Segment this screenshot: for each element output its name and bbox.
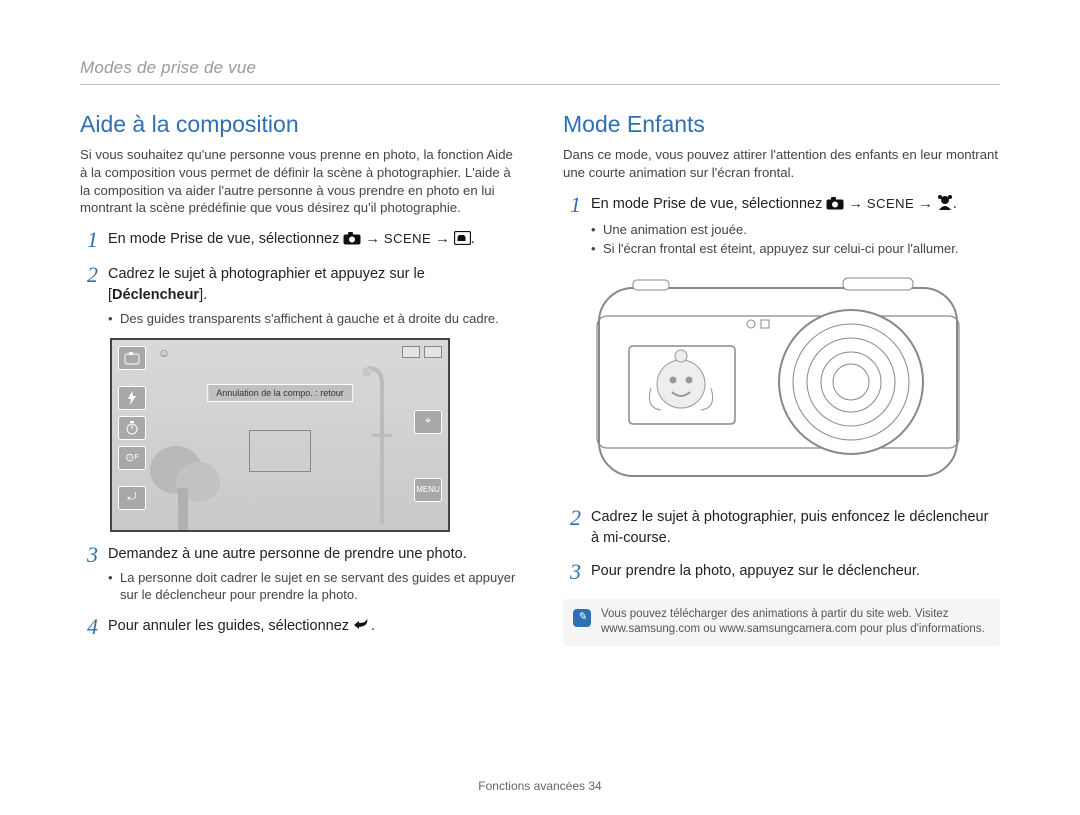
frame-guide-icon bbox=[454, 231, 471, 252]
right-step-2: 2 Cadrez le sujet à photographier, puis … bbox=[563, 507, 1000, 549]
left-step-2: 2 Cadrez le sujet à photographier et app… bbox=[80, 264, 517, 328]
page-number: 34 bbox=[588, 779, 601, 793]
step3-text: Demandez à une autre personne de prendre… bbox=[108, 546, 467, 562]
lcd-preview-figure: ⊙F ⤾ ☺ Annulation de la compo. : retour bbox=[110, 338, 450, 532]
step-number: 2 bbox=[563, 507, 581, 549]
left-title: Aide à la composition bbox=[80, 111, 517, 138]
list-item: Si l'écran frontal est éteint, appuyez s… bbox=[591, 240, 1000, 258]
timer-icon bbox=[118, 416, 146, 440]
arrow-icon: → bbox=[435, 231, 454, 247]
step2-bold: Déclencheur bbox=[112, 287, 199, 303]
right-intro: Dans ce mode, vous pouvez attirer l'atte… bbox=[563, 146, 1000, 182]
lcd-focus-frame bbox=[249, 430, 311, 472]
step-number: 3 bbox=[80, 544, 98, 604]
step4-text: Pour annuler les guides, sélectionnez bbox=[108, 618, 353, 634]
page-root: Modes de prise de vue Aide à la composit… bbox=[0, 0, 1080, 815]
lcd-banner: Annulation de la compo. : retour bbox=[207, 384, 353, 402]
lcd-battery-icons bbox=[402, 346, 442, 358]
target-icon: ⌖ bbox=[414, 410, 442, 434]
right-steps-continued: 2 Cadrez le sujet à photographier, puis … bbox=[563, 507, 1000, 583]
step-body: En mode Prise de vue, sélectionnez → SCE… bbox=[108, 229, 517, 252]
scene-label: SCENE bbox=[384, 231, 431, 246]
arrow-icon: → bbox=[365, 231, 384, 247]
lcd-top-icons: ☺ bbox=[158, 346, 170, 360]
scene-label: SCENE bbox=[867, 196, 914, 211]
list-item: Des guides transparents s'affichent à ga… bbox=[108, 310, 517, 328]
step-body: Demandez à une autre personne de prendre… bbox=[108, 544, 517, 604]
right-title: Mode Enfants bbox=[563, 111, 1000, 138]
step-body: Pour annuler les guides, sélectionnez . bbox=[108, 616, 517, 639]
streetlamp-silhouette bbox=[362, 364, 402, 524]
face-detect-icon: ☺ bbox=[158, 346, 170, 360]
right-step-1: 1 En mode Prise de vue, sélectionnez → S… bbox=[563, 194, 1000, 258]
children-mode-icon bbox=[937, 194, 953, 217]
step-number: 1 bbox=[563, 194, 581, 258]
flash-auto-icon bbox=[118, 386, 146, 410]
right-step-3: 3 Pour prendre la photo, appuyez sur le … bbox=[563, 561, 1000, 583]
arrow-icon: → bbox=[848, 196, 867, 212]
breadcrumb: Modes de prise de vue bbox=[80, 58, 1000, 85]
left-steps-continued: 3 Demandez à une autre personne de prend… bbox=[80, 544, 517, 639]
right-steps: 1 En mode Prise de vue, sélectionnez → S… bbox=[563, 194, 1000, 258]
lcd-right-icon-column: ⌖ MENU bbox=[414, 410, 442, 502]
step-body: Cadrez le sujet à photographier, puis en… bbox=[591, 507, 1000, 549]
step-number: 3 bbox=[563, 561, 581, 583]
rstep1-bullets: Une animation est jouée. Si l'écran fron… bbox=[591, 221, 1000, 258]
rstep1-pre: En mode Prise de vue, sélectionnez bbox=[591, 196, 826, 212]
camera-icon bbox=[826, 196, 844, 217]
step1-pre: En mode Prise de vue, sélectionnez bbox=[108, 231, 343, 247]
back-icon: ⤾ bbox=[118, 486, 146, 510]
left-column: Aide à la composition Si vous souhaitez … bbox=[80, 111, 517, 646]
step-body: Pour prendre la photo, appuyez sur le dé… bbox=[591, 561, 1000, 583]
list-item: La personne doit cadrer le sujet en se s… bbox=[108, 569, 517, 604]
tree-silhouette bbox=[148, 444, 228, 530]
arrow-icon: → bbox=[918, 196, 937, 212]
info-note: ✎ Vous pouvez télécharger des animations… bbox=[563, 599, 1000, 646]
step2-bullets: Des guides transparents s'affichent à ga… bbox=[108, 310, 517, 328]
note-text: Vous pouvez télécharger des animations à… bbox=[601, 607, 990, 638]
step-number: 2 bbox=[80, 264, 98, 328]
mode-icon bbox=[118, 346, 146, 370]
info-icon: ✎ bbox=[573, 609, 591, 627]
step2-after: ]. bbox=[199, 287, 207, 303]
counter-icon bbox=[402, 346, 420, 358]
left-step-1: 1 En mode Prise de vue, sélectionnez → S… bbox=[80, 229, 517, 252]
step-body: En mode Prise de vue, sélectionnez → SCE… bbox=[591, 194, 1000, 258]
footer-label: Fonctions avancées bbox=[478, 779, 588, 793]
camera-icon bbox=[343, 231, 361, 252]
menu-icon: MENU bbox=[414, 478, 442, 502]
left-step-4: 4 Pour annuler les guides, sélectionnez … bbox=[80, 616, 517, 639]
two-column-layout: Aide à la composition Si vous souhaitez … bbox=[80, 111, 1000, 646]
list-item: Une animation est jouée. bbox=[591, 221, 1000, 239]
camera-body-figure bbox=[593, 272, 963, 482]
step-number: 1 bbox=[80, 229, 98, 252]
battery-icon bbox=[424, 346, 442, 358]
left-steps: 1 En mode Prise de vue, sélectionnez → S… bbox=[80, 229, 517, 328]
focus-icon: ⊙F bbox=[118, 446, 146, 470]
lcd-left-icon-column: ⊙F ⤾ bbox=[118, 346, 146, 510]
step3-bullets: La personne doit cadrer le sujet en se s… bbox=[108, 569, 517, 604]
return-icon bbox=[353, 618, 371, 639]
left-intro: Si vous souhaitez qu'une personne vous p… bbox=[80, 146, 517, 217]
left-step-3: 3 Demandez à une autre personne de prend… bbox=[80, 544, 517, 604]
step-body: Cadrez le sujet à photographier et appuy… bbox=[108, 264, 517, 328]
right-column: Mode Enfants Dans ce mode, vous pouvez a… bbox=[563, 111, 1000, 646]
step-number: 4 bbox=[80, 616, 98, 639]
page-footer: Fonctions avancées 34 bbox=[0, 779, 1080, 793]
